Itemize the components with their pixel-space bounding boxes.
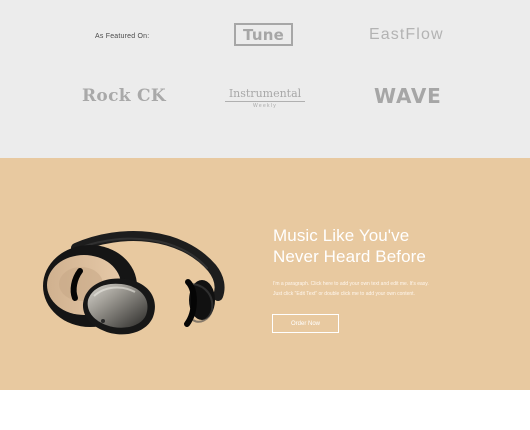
bottom-blank-section xyxy=(0,390,530,430)
rockck-logo: Rock CK xyxy=(82,86,166,106)
promo-paragraph-line-1: I'm a paragraph. Click here to add your … xyxy=(273,281,429,287)
promo-heading-line-2: Never Heard Before xyxy=(273,247,426,266)
tune-logo-text: Tune xyxy=(243,25,284,44)
instrumental-logo-main: Instrumental xyxy=(225,88,305,102)
wave-logo-text: WAVE xyxy=(374,84,442,108)
wave-logo: WAVE xyxy=(374,84,442,108)
page: As Featured On: Tune EastFlow Rock CK In… xyxy=(0,0,530,430)
promo-paragraph-line-2: Just click “Edit Text” or double click m… xyxy=(273,291,415,297)
rockck-logo-text: Rock CK xyxy=(82,86,166,106)
featured-section: As Featured On: Tune EastFlow Rock CK In… xyxy=(0,0,530,158)
instrumental-logo-sub: Weekly xyxy=(252,103,278,109)
eastflow-logo-text: EastFlow xyxy=(369,26,444,43)
tune-logo: Tune xyxy=(234,23,293,46)
featured-label: As Featured On: xyxy=(95,33,150,40)
promo-paragraph: I'm a paragraph. Click here to add your … xyxy=(273,279,463,299)
instrumental-weekly-logo: Instrumental Weekly xyxy=(225,88,305,110)
promo-heading: Music Like You've Never Heard Before xyxy=(273,225,473,267)
promo-heading-line-1: Music Like You've xyxy=(273,226,410,245)
promo-section: Music Like You've Never Heard Before I'm… xyxy=(0,158,530,390)
eastflow-logo: EastFlow xyxy=(369,26,444,44)
order-now-button[interactable]: Order Now xyxy=(272,314,339,333)
headphones-image xyxy=(43,231,225,335)
